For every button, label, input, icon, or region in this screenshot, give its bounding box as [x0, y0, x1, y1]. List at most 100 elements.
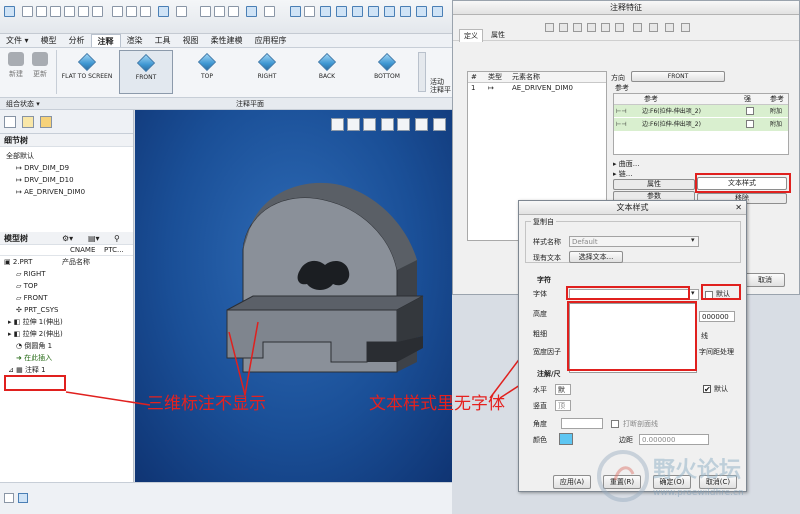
- wireframe-icon[interactable]: [384, 6, 395, 17]
- direction-value[interactable]: FRONT: [631, 71, 725, 82]
- tab-applications[interactable]: 应用程序: [249, 34, 293, 47]
- tree-item-extrude-1[interactable]: ▸ ◧ 拉伸 1(伸出): [4, 316, 133, 328]
- surface-expander[interactable]: ▸ 曲面...: [613, 159, 639, 169]
- tool-icon[interactable]: [681, 23, 690, 32]
- perspective-icon[interactable]: [400, 6, 411, 17]
- open-file-icon[interactable]: [36, 6, 47, 17]
- view-icon[interactable]: [158, 6, 169, 17]
- tab-render[interactable]: 渲染: [121, 34, 149, 47]
- tab-view[interactable]: 视图: [177, 34, 205, 47]
- reference-row[interactable]: ⊢⊣ 边:F6(拉伸-伸出项_2) 附加: [614, 105, 788, 118]
- shaded-icon[interactable]: [320, 6, 331, 17]
- tool-icon[interactable]: [545, 23, 554, 32]
- model-tree-tab-icon[interactable]: [4, 116, 16, 128]
- favorites-tab-icon[interactable]: [40, 116, 52, 128]
- browser-toggle-icon[interactable]: [18, 493, 28, 503]
- orientation-top[interactable]: TOP: [180, 50, 234, 94]
- note-default-checkbox[interactable]: ✔: [703, 385, 711, 394]
- orientation-flat-to-screen[interactable]: FLAT TO SCREEN: [60, 50, 114, 94]
- csys-icon[interactable]: [246, 6, 257, 17]
- new-combined-state-button[interactable]: 新建: [4, 52, 28, 79]
- break-hatch-checkbox[interactable]: [611, 420, 619, 428]
- apply-button[interactable]: 应用(A): [553, 475, 591, 489]
- tree-item-part[interactable]: ▣ 2.PRT 产品名称: [4, 256, 133, 268]
- folder-browser-tab-icon[interactable]: [22, 116, 34, 128]
- spin-center-icon[interactable]: [290, 6, 301, 17]
- group-state-dropdown[interactable]: 组合状态 ▾: [6, 98, 40, 110]
- select-text-button[interactable]: 选择文本...: [569, 251, 623, 263]
- settings-icon[interactable]: ⚙▾: [62, 232, 73, 245]
- tag-display-icon[interactable]: [304, 6, 315, 17]
- panel-cancel-button[interactable]: 取消: [745, 273, 785, 287]
- redo-icon[interactable]: [78, 6, 89, 17]
- message-log-icon[interactable]: [4, 493, 14, 503]
- tab-file[interactable]: 文件 ▾: [0, 34, 35, 47]
- reference-row[interactable]: ⊢⊣ 边:F6(拉伸-伸出项_2) 附加: [614, 118, 788, 131]
- undo-icon[interactable]: [64, 6, 75, 17]
- datum-point-icon[interactable]: [228, 6, 239, 17]
- tab-model[interactable]: 模型: [35, 34, 63, 47]
- tab-properties[interactable]: 属性: [487, 29, 509, 41]
- tree-item-front[interactable]: ▱ FRONT: [4, 292, 133, 304]
- regenerate-icon[interactable]: [92, 6, 103, 17]
- tool-icon[interactable]: [649, 23, 658, 32]
- tool-icon[interactable]: [615, 23, 624, 32]
- measure-icon[interactable]: [176, 6, 187, 17]
- hidden-line-icon[interactable]: [352, 6, 363, 17]
- angle-field[interactable]: [561, 418, 603, 429]
- color-swatch[interactable]: [559, 433, 573, 445]
- no-hidden-icon[interactable]: [368, 6, 379, 17]
- tab-tools[interactable]: 工具: [149, 34, 177, 47]
- tool-icon[interactable]: [665, 23, 674, 32]
- tool-icon[interactable]: [601, 23, 610, 32]
- repaint-icon[interactable]: [432, 6, 443, 17]
- tree-item-ae-driven-dim0[interactable]: ↦ AE_DRIVEN_DIM0: [6, 186, 133, 198]
- tree-item-extrude-2[interactable]: ▸ ◧ 拉伸 2(伸出): [4, 328, 133, 340]
- save-icon[interactable]: [50, 6, 61, 17]
- detail-tree-header[interactable]: 细节树: [0, 134, 133, 147]
- tab-analysis[interactable]: 分析: [63, 34, 91, 47]
- tab-attr[interactable]: 属性: [613, 179, 695, 190]
- height-field[interactable]: 000000: [699, 311, 735, 322]
- close-window-icon[interactable]: [126, 6, 137, 17]
- style-name-select[interactable]: Default: [569, 236, 699, 247]
- tab-annotate[interactable]: 注释: [90, 34, 121, 47]
- window-icon[interactable]: [112, 6, 123, 17]
- close-icon[interactable]: ✕: [735, 201, 742, 215]
- margin-field[interactable]: 0.000000: [639, 434, 709, 445]
- tree-item-insert-here[interactable]: ➜ 在此插入: [4, 352, 133, 364]
- new-file-icon[interactable]: [22, 6, 33, 17]
- detail-root[interactable]: 全部默认: [6, 150, 133, 162]
- activate-annot-plane-button[interactable]: 活动 注释平: [430, 78, 452, 94]
- tree-item-top[interactable]: ▱ TOP: [4, 280, 133, 292]
- saved-views-icon[interactable]: [416, 6, 427, 17]
- tree-item-drv-dim-d9[interactable]: ↦ DRV_DIM_D9: [6, 162, 133, 174]
- tool-icon[interactable]: [587, 23, 596, 32]
- tab-define[interactable]: 定义: [459, 29, 483, 42]
- tree-item-csys[interactable]: ✣ PRT_CSYS: [4, 304, 133, 316]
- shaded-edges-icon[interactable]: [336, 6, 347, 17]
- strong-checkbox[interactable]: [746, 107, 754, 115]
- sketch-icon[interactable]: [140, 6, 151, 17]
- horizontal-select[interactable]: 默: [555, 384, 571, 395]
- datum-axis-icon[interactable]: [214, 6, 225, 17]
- datum-plane-icon[interactable]: [200, 6, 211, 17]
- ribbon-scroll[interactable]: [418, 52, 426, 92]
- tool-icon[interactable]: [573, 23, 582, 32]
- tool-icon[interactable]: [559, 23, 568, 32]
- filter-icon[interactable]: ⚲: [114, 232, 120, 245]
- orientation-bottom[interactable]: BOTTOM: [360, 50, 414, 94]
- orientation-front[interactable]: FRONT: [119, 50, 173, 94]
- chain-expander[interactable]: ▸ 链...: [613, 169, 632, 179]
- strong-checkbox[interactable]: [746, 120, 754, 128]
- vertical-select[interactable]: 顶: [555, 400, 571, 411]
- orientation-right[interactable]: RIGHT: [240, 50, 294, 94]
- orientation-back[interactable]: BACK: [300, 50, 354, 94]
- annotation-display-icon[interactable]: [264, 6, 275, 17]
- graphics-viewport[interactable]: 三维标注不显示 文本样式里无字体: [135, 110, 505, 482]
- model-tree-header[interactable]: 模型树 ⚙▾ ▤▾ ⚲: [0, 232, 133, 245]
- tab-flexible-modeling[interactable]: 柔性建模: [205, 34, 249, 47]
- tree-item-round-1[interactable]: ◔ 倒圆角 1: [4, 340, 133, 352]
- tree-item-right[interactable]: ▱ RIGHT: [4, 268, 133, 280]
- tool-icon[interactable]: [633, 23, 642, 32]
